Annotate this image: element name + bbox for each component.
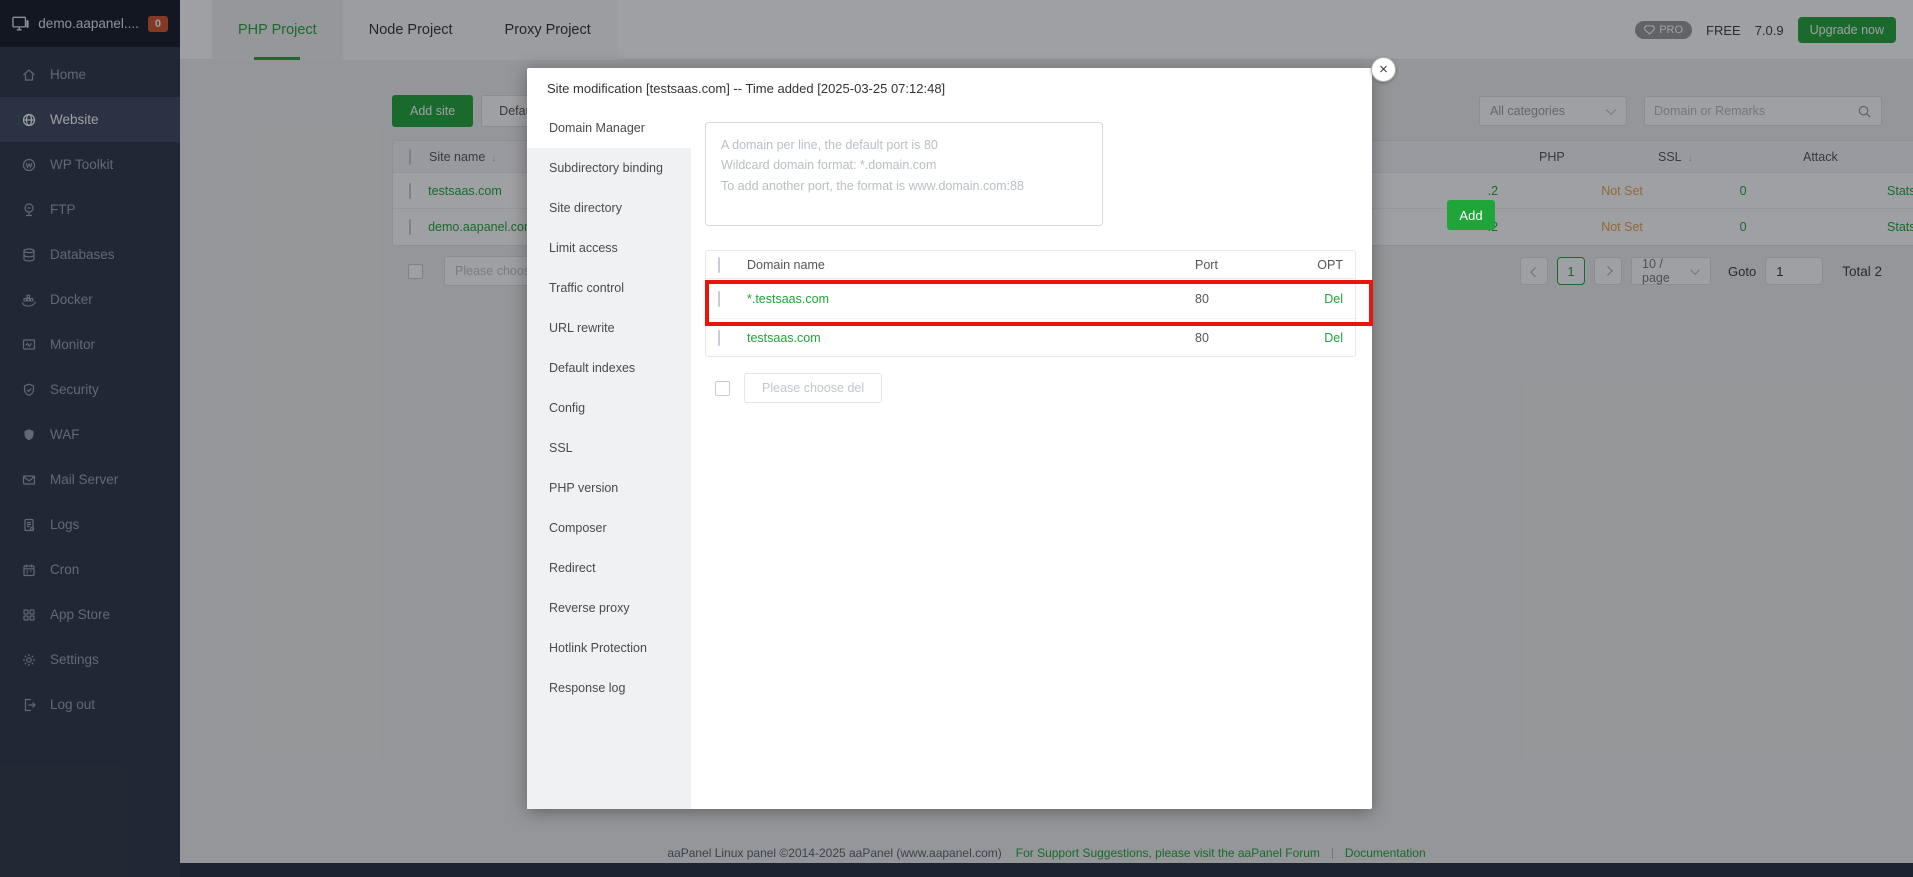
batch-delete-row: Please choose del <box>705 373 1356 403</box>
menu-item-label: Config <box>549 401 585 415</box>
menu-item-label: Traffic control <box>549 281 624 295</box>
menu-item-label: URL rewrite <box>549 321 615 335</box>
menu-item-ssl[interactable]: SSL <box>527 428 691 468</box>
batch-delete-checkbox[interactable] <box>715 381 730 396</box>
select-all-domains-checkbox[interactable] <box>718 257 720 273</box>
delete-domain-link[interactable]: Del <box>1324 331 1343 345</box>
modal-menu: Domain Manager Subdirectory binding Site… <box>527 108 691 809</box>
col-port: Port <box>1195 258 1295 272</box>
menu-item-subdirectory-binding[interactable]: Subdirectory binding <box>527 148 691 188</box>
menu-item-label: Redirect <box>549 561 596 575</box>
menu-item-url-rewrite[interactable]: URL rewrite <box>527 308 691 348</box>
domain-name: *.testsaas.com <box>747 292 1195 306</box>
menu-item-hotlink-protection[interactable]: Hotlink Protection <box>527 628 691 668</box>
domain-input-placeholder-line: Wildcard domain format: *.domain.com <box>721 155 1087 175</box>
menu-item-redirect[interactable]: Redirect <box>527 548 691 588</box>
domain-row: testsaas.com 80 Del <box>706 319 1355 356</box>
delete-domain-link[interactable]: Del <box>1324 292 1343 306</box>
menu-item-site-directory[interactable]: Site directory <box>527 188 691 228</box>
menu-item-label: Composer <box>549 521 607 535</box>
menu-item-label: Reverse proxy <box>549 601 630 615</box>
col-opt: OPT <box>1317 258 1343 272</box>
domain-input[interactable]: A domain per line, the default port is 8… <box>705 122 1103 226</box>
menu-item-traffic-control[interactable]: Traffic control <box>527 268 691 308</box>
menu-item-limit-access[interactable]: Limit access <box>527 228 691 268</box>
menu-item-label: Site directory <box>549 201 622 215</box>
menu-item-label: PHP version <box>549 481 618 495</box>
modal-header: Site modification [testsaas.com] -- Time… <box>527 68 1372 108</box>
menu-item-label: Response log <box>549 681 625 695</box>
menu-item-label: SSL <box>549 441 573 455</box>
menu-item-label: Hotlink Protection <box>549 641 647 655</box>
menu-item-default-indexes[interactable]: Default indexes <box>527 348 691 388</box>
col-domain-name: Domain name <box>747 258 1195 272</box>
domain-name: testsaas.com <box>747 331 1195 345</box>
site-modification-modal: × Site modification [testsaas.com] -- Ti… <box>527 68 1372 809</box>
domain-port: 80 <box>1195 292 1295 306</box>
menu-item-label: Limit access <box>549 241 618 255</box>
modal-body: Domain Manager Subdirectory binding Site… <box>527 108 1372 809</box>
close-button[interactable]: × <box>1371 57 1396 82</box>
domain-table-header: Domain name Port OPT <box>706 251 1355 279</box>
add-domain-button[interactable]: Add <box>1447 200 1495 230</box>
domain-row: *.testsaas.com 80 Del <box>706 279 1355 319</box>
menu-item-label: Domain Manager <box>549 121 645 135</box>
domain-input-placeholder-line: To add another port, the format is www.d… <box>721 176 1087 196</box>
domain-table: Domain name Port OPT *.testsaas.com 80 D… <box>705 250 1356 357</box>
domain-row-checkbox[interactable] <box>718 330 720 346</box>
domain-port: 80 <box>1195 331 1295 345</box>
menu-item-label: Subdirectory binding <box>549 161 663 175</box>
domain-manager-panel: A domain per line, the default port is 8… <box>691 108 1372 809</box>
domain-input-placeholder-line: A domain per line, the default port is 8… <box>721 135 1087 155</box>
menu-item-composer[interactable]: Composer <box>527 508 691 548</box>
menu-item-domain-manager[interactable]: Domain Manager <box>527 108 691 148</box>
close-icon: × <box>1379 61 1388 78</box>
domain-row-checkbox[interactable] <box>718 291 720 307</box>
menu-item-response-log[interactable]: Response log <box>527 668 691 708</box>
app-root: demo.aapanel.... 0 Home Website WP Toolk… <box>0 0 1913 877</box>
modal-title: Site modification [testsaas.com] -- Time… <box>547 81 945 96</box>
menu-item-config[interactable]: Config <box>527 388 691 428</box>
menu-item-php-version[interactable]: PHP version <box>527 468 691 508</box>
please-choose-del-button[interactable]: Please choose del <box>744 373 882 403</box>
menu-item-reverse-proxy[interactable]: Reverse proxy <box>527 588 691 628</box>
menu-item-label: Default indexes <box>549 361 635 375</box>
